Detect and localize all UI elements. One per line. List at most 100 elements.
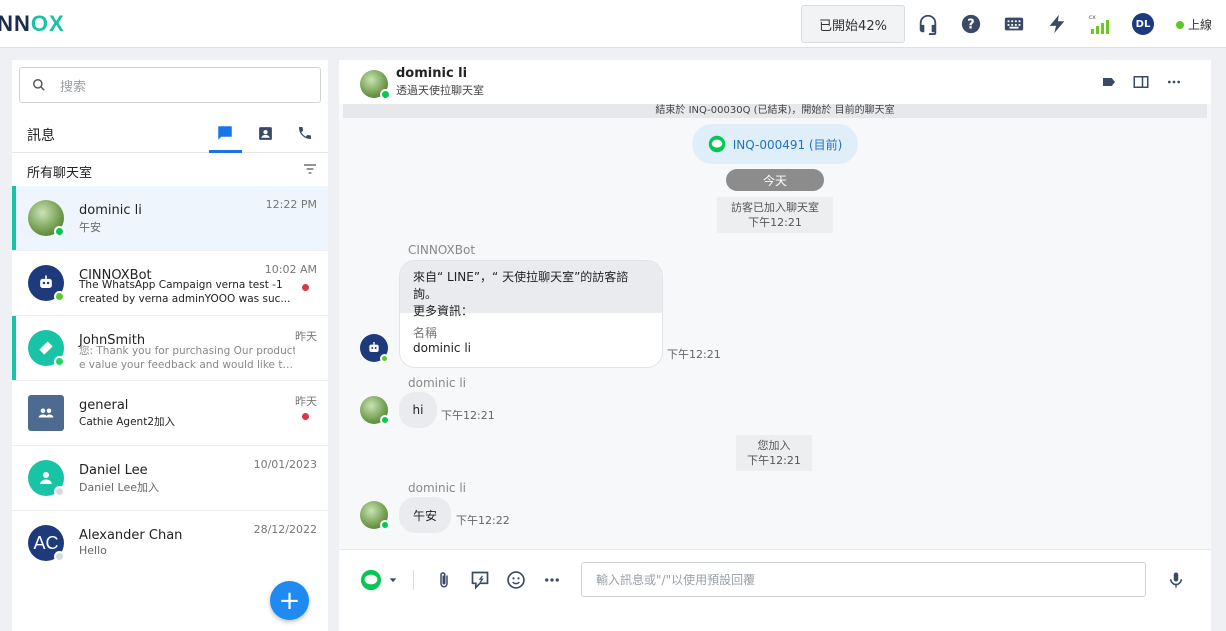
bot-info-card: 來自“ LINE”，“ 天使拉聊天室”的訪客諮詢。 更多資訊： 名稱 domin… xyxy=(399,260,663,368)
timestamp: 10:02 AM xyxy=(264,263,317,276)
page-scrollbar[interactable] xyxy=(1213,48,1226,631)
inquiry-badge[interactable]: INQ-000491 (目前) xyxy=(692,124,858,164)
presence-status[interactable]: 上線 xyxy=(1176,16,1212,33)
list-item[interactable]: AC Alexander Chan Hello 28/12/2022 xyxy=(12,511,328,576)
bot-icon xyxy=(369,342,379,352)
message-input-placeholder: 輸入訊息或"/"以使用預設回覆 xyxy=(596,573,756,587)
ticket-icon xyxy=(39,341,53,355)
divider xyxy=(413,570,414,590)
timestamp: 10/01/2023 xyxy=(253,458,317,471)
line-channel-icon xyxy=(380,520,390,530)
active-indicator xyxy=(12,316,16,380)
search-icon xyxy=(33,79,45,91)
inquiry-transition-banner: 結束於 INQ-00030Q (已結束)，開始於 目前的聊天室 xyxy=(343,104,1207,118)
active-tab-indicator xyxy=(209,150,242,153)
last-message: Cathie Agent2加入 xyxy=(79,416,176,428)
contact-name: dominic li xyxy=(79,203,142,218)
system-message-time: 下午12:21 xyxy=(747,454,801,467)
logo-accent: OX xyxy=(30,11,65,36)
unread-dot xyxy=(302,413,309,420)
presence-label: 上線 xyxy=(1188,18,1213,32)
whatsapp-channel-icon xyxy=(54,356,65,367)
filter-icon[interactable] xyxy=(302,161,318,177)
search-input[interactable]: 搜索 xyxy=(19,67,321,103)
active-indicator xyxy=(12,186,16,250)
group-icon xyxy=(38,408,54,418)
chat-contact-name[interactable]: dominic li xyxy=(396,66,467,81)
more-options-icon[interactable] xyxy=(1163,71,1185,93)
timestamp: 昨天 xyxy=(295,395,317,408)
chevron-down-icon[interactable] xyxy=(386,569,400,591)
chat-icon xyxy=(218,126,232,140)
online-status-icon xyxy=(54,291,65,302)
tab-contacts[interactable] xyxy=(249,121,281,145)
channel-selector[interactable] xyxy=(360,569,382,591)
svg-text:?: ? xyxy=(967,18,974,33)
list-item[interactable]: JohnSmith 您: Thank you for purchasing Ou… xyxy=(12,316,328,381)
contact-name: Alexander Chan xyxy=(79,528,183,543)
last-message-line1: 您: Thank you for purchasing Our product!… xyxy=(79,345,295,357)
user-avatar[interactable]: DL xyxy=(1132,13,1154,35)
line-channel-icon xyxy=(380,415,390,425)
tab-chat[interactable] xyxy=(209,121,241,145)
list-item[interactable]: general Cathie Agent2加入 昨天 xyxy=(12,381,328,446)
filter-label: 所有聊天室 xyxy=(27,166,93,181)
last-message-line1: The WhatsApp Campaign verna test -1 xyxy=(79,279,283,291)
side-panel-icon[interactable] xyxy=(1130,71,1152,93)
avatar-initials: AC xyxy=(33,532,59,553)
list-item[interactable]: Daniel Lee Daniel Lee加入 10/01/2023 xyxy=(12,446,328,511)
offline-status-icon xyxy=(54,551,65,562)
conversation-list-panel: 搜索 訊息 所有聊天室 dominic li 午安 12:22 PM CINNO… xyxy=(12,60,328,631)
online-status-icon xyxy=(380,354,389,363)
lightning-icon[interactable] xyxy=(1045,12,1069,36)
contact-name: general xyxy=(79,398,129,413)
last-message: Hello xyxy=(79,544,107,557)
chat-channel-label: 透過天使拉聊天室 xyxy=(396,84,484,97)
top-bar: INNOX 已開始42% ? cx DL 上線 xyxy=(0,0,1226,48)
timestamp: 28/12/2022 xyxy=(253,523,317,536)
line-channel-icon xyxy=(380,89,391,100)
list-item[interactable]: dominic li 午安 12:22 PM xyxy=(12,186,328,251)
message-sender: dominic li xyxy=(408,481,467,495)
user-initials: DL xyxy=(1135,18,1151,30)
signal-strength-icon: cx xyxy=(1088,12,1112,36)
messages-title: 訊息 xyxy=(27,128,55,144)
new-conversation-button[interactable]: + xyxy=(270,581,309,620)
progress-label: 已開始42% xyxy=(819,18,887,34)
plus-icon: + xyxy=(278,585,301,616)
message-sender: CINNOXBot xyxy=(408,243,476,257)
last-message: 午安 xyxy=(79,221,101,234)
tag-icon[interactable] xyxy=(1098,71,1120,93)
contact-card-icon xyxy=(258,126,272,140)
system-message: 訪客已加入聊天室 下午12:21 xyxy=(717,197,833,233)
last-message: Daniel Lee加入 xyxy=(79,481,160,494)
line-channel-icon xyxy=(54,226,65,237)
online-dot-icon xyxy=(1176,20,1184,29)
system-message-text: 您加入 xyxy=(757,439,791,452)
emoji-icon[interactable] xyxy=(505,569,527,591)
microphone-icon[interactable] xyxy=(1165,569,1187,591)
bot-icon xyxy=(40,275,52,288)
dialpad-icon[interactable] xyxy=(1002,12,1026,36)
tab-calls[interactable] xyxy=(289,121,321,145)
message-time: 下午12:21 xyxy=(441,409,495,422)
attachment-icon[interactable] xyxy=(433,569,455,591)
last-message-line2: created by verna adminYOOO was suc... xyxy=(79,293,291,305)
more-options-icon[interactable] xyxy=(541,569,563,591)
system-message-text: 訪客已加入聊天室 xyxy=(731,201,819,214)
headset-icon[interactable] xyxy=(916,12,940,36)
canned-response-icon[interactable] xyxy=(469,569,491,591)
logo-main: INN xyxy=(0,11,31,36)
message-area: 結束於 INQ-00030Q (已結束)，開始於 目前的聊天室 INQ-0004… xyxy=(339,104,1211,549)
onboarding-progress-button[interactable]: 已開始42% xyxy=(801,5,905,43)
timestamp: 12:22 PM xyxy=(265,198,317,211)
list-item[interactable]: CINNOXBot The WhatsApp Campaign verna te… xyxy=(12,251,328,316)
message-time: 下午12:21 xyxy=(667,348,721,361)
info-field-value: dominic li xyxy=(413,341,472,355)
person-icon xyxy=(40,472,52,484)
help-icon[interactable]: ? xyxy=(959,12,983,36)
message-time: 下午12:22 xyxy=(456,514,510,527)
message-input[interactable]: 輸入訊息或"/"以使用預設回覆 xyxy=(581,562,1146,597)
message-composer: 輸入訊息或"/"以使用預設回覆 xyxy=(339,549,1211,631)
message-text: hi xyxy=(412,403,424,417)
